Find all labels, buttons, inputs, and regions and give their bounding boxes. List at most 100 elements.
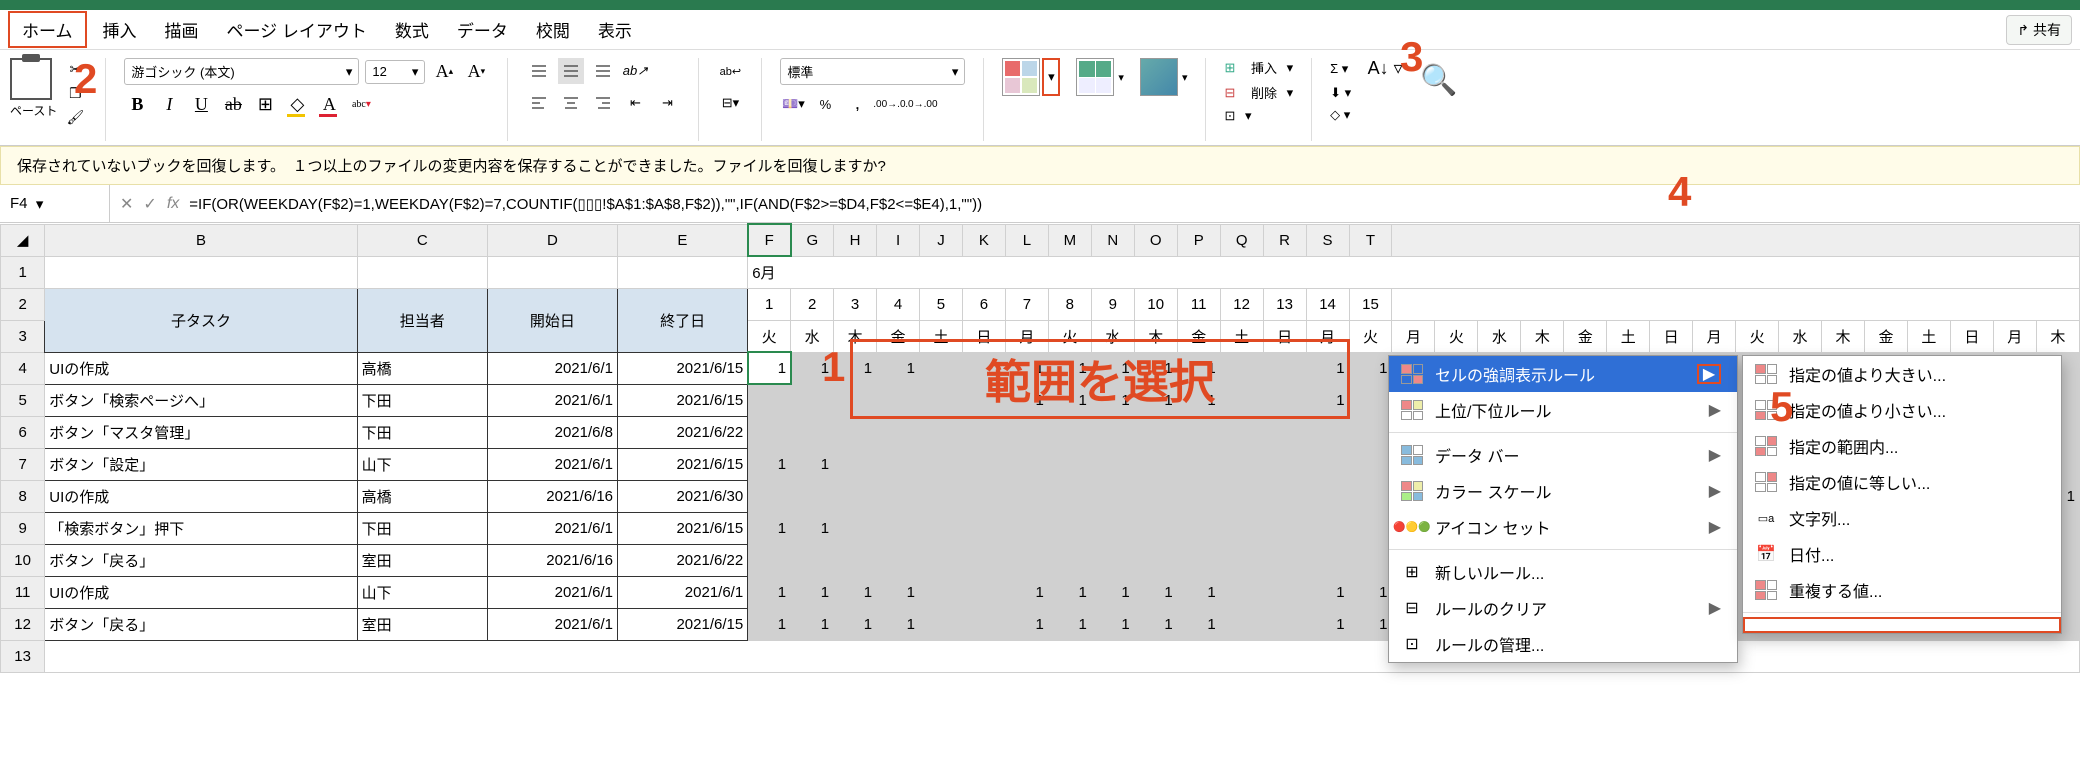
col-header[interactable]: H — [834, 224, 877, 256]
col-header[interactable]: M — [1048, 224, 1091, 256]
col-header[interactable]: Q — [1220, 224, 1263, 256]
gantt-cell[interactable] — [748, 544, 791, 576]
submenu-duplicate-values[interactable]: 重複する値... — [1743, 572, 2061, 608]
menu-highlight-rules[interactable]: セルの強調表示ルール ▶ — [1389, 356, 1737, 392]
row-header[interactable]: 10 — [1, 544, 45, 576]
cell[interactable]: 2021/6/15 — [618, 384, 748, 416]
gantt-cell[interactable] — [834, 448, 877, 480]
gantt-cell[interactable] — [834, 544, 877, 576]
cell[interactable]: 下田 — [357, 512, 487, 544]
gantt-cell[interactable] — [1349, 384, 1392, 416]
gantt-cell[interactable]: 1 — [1048, 576, 1091, 608]
gantt-cell[interactable] — [834, 480, 877, 512]
fx-icon[interactable]: fx — [167, 195, 179, 213]
align-bottom-icon[interactable] — [590, 58, 616, 84]
row-header[interactable]: 4 — [1, 352, 45, 384]
header-start[interactable]: 開始日 — [487, 288, 617, 352]
gantt-cell[interactable]: 1 — [791, 608, 834, 640]
gantt-cell[interactable] — [877, 480, 920, 512]
cell[interactable]: ボタン「戻る」 — [45, 544, 357, 576]
gantt-cell[interactable] — [1005, 416, 1048, 448]
gantt-cell[interactable] — [1306, 480, 1349, 512]
format-painter-icon[interactable]: 🖌 — [63, 106, 87, 128]
cell[interactable]: 下田 — [357, 384, 487, 416]
italic-button[interactable]: I — [156, 91, 182, 117]
underline-button[interactable]: U — [188, 91, 214, 117]
gantt-cell[interactable] — [1177, 448, 1220, 480]
row-header[interactable]: 3 — [1, 320, 45, 352]
merge-cells-icon[interactable]: ⊟▾ — [717, 90, 743, 116]
cell[interactable]: 2021/6/16 — [487, 480, 617, 512]
format-cells-icon[interactable]: ⊡ — [1224, 108, 1235, 124]
row-header[interactable]: 7 — [1, 448, 45, 480]
cell[interactable]: 2021/6/1 — [487, 384, 617, 416]
cell[interactable]: 「検索ボタン」押下 — [45, 512, 357, 544]
row-header[interactable]: 1 — [1, 256, 45, 288]
tab-data[interactable]: データ — [445, 13, 520, 46]
gantt-cell[interactable] — [920, 448, 963, 480]
gantt-cell[interactable] — [1134, 512, 1177, 544]
col-header[interactable]: F — [748, 224, 791, 256]
row-header[interactable]: 12 — [1, 608, 45, 640]
menu-color-scales[interactable]: カラー スケール▶ — [1389, 473, 1737, 509]
enter-formula-icon[interactable]: ✓ — [143, 194, 156, 214]
cell[interactable]: 2021/6/1 — [487, 608, 617, 640]
cell[interactable]: 2021/6/1 — [487, 352, 617, 384]
gantt-cell[interactable]: 1 — [1349, 608, 1392, 640]
gantt-cell[interactable]: 1 — [1177, 576, 1220, 608]
gantt-cell[interactable] — [1091, 416, 1134, 448]
gantt-cell[interactable] — [1220, 480, 1263, 512]
menu-clear-rules[interactable]: ⊟ルールのクリア▶ — [1389, 590, 1737, 626]
number-format-select[interactable]: 標準▾ — [780, 58, 965, 85]
col-header[interactable]: O — [1134, 224, 1177, 256]
col-header[interactable]: K — [962, 224, 1005, 256]
decrease-font-icon[interactable]: A▾ — [463, 59, 489, 85]
gantt-cell[interactable] — [1263, 544, 1306, 576]
gantt-cell[interactable] — [748, 384, 791, 416]
cell-styles-button[interactable] — [1140, 58, 1178, 96]
gantt-cell[interactable]: 1 — [1005, 576, 1048, 608]
gantt-cell[interactable] — [834, 512, 877, 544]
cell[interactable]: UIの作成 — [45, 576, 357, 608]
cell[interactable]: 2021/6/8 — [487, 416, 617, 448]
menu-new-rule[interactable]: ⊞新しいルール... — [1389, 554, 1737, 590]
gantt-cell[interactable]: 1 — [748, 448, 791, 480]
cell[interactable]: 2021/6/1 — [487, 576, 617, 608]
gantt-cell[interactable] — [1349, 512, 1392, 544]
cell[interactable]: 下田 — [357, 416, 487, 448]
delete-cells-icon[interactable]: ⊟ — [1224, 85, 1235, 101]
tab-view[interactable]: 表示 — [586, 13, 644, 46]
gantt-cell[interactable] — [1349, 544, 1392, 576]
gantt-cell[interactable]: 1 — [834, 576, 877, 608]
cell[interactable]: ボタン「設定」 — [45, 448, 357, 480]
fill-icon[interactable]: ⬇ ▾ — [1330, 85, 1351, 101]
gantt-cell[interactable] — [1263, 416, 1306, 448]
font-size-select[interactable]: 12▾ — [365, 60, 425, 84]
month-cell[interactable]: 6月 — [748, 256, 2080, 288]
gantt-cell[interactable] — [1349, 448, 1392, 480]
tab-review[interactable]: 校閲 — [524, 13, 582, 46]
cell[interactable]: ボタン「検索ページへ」 — [45, 384, 357, 416]
gantt-cell[interactable]: 1 — [1005, 608, 1048, 640]
increase-decimal-icon[interactable]: .00→.0 — [876, 91, 902, 117]
cell[interactable]: ボタン「マスタ管理」 — [45, 416, 357, 448]
gantt-cell[interactable] — [1306, 512, 1349, 544]
spreadsheet-grid[interactable]: ◢ B C D E F G H I J K L M N O P Q R S T … — [0, 223, 2080, 673]
align-center-icon[interactable] — [558, 90, 584, 116]
gantt-cell[interactable] — [1306, 416, 1349, 448]
col-header[interactable]: B — [45, 224, 357, 256]
select-all-corner[interactable]: ◢ — [1, 224, 45, 256]
gantt-cell[interactable] — [1134, 416, 1177, 448]
row-header[interactable]: 2 — [1, 288, 45, 320]
percent-icon[interactable]: % — [812, 91, 838, 117]
gantt-cell[interactable]: 1 — [1134, 576, 1177, 608]
conditional-formatting-dropdown[interactable]: ▾ — [1042, 58, 1060, 96]
gantt-cell[interactable] — [1048, 416, 1091, 448]
col-header[interactable]: C — [357, 224, 487, 256]
menu-manage-rules[interactable]: ⊡ルールの管理... — [1389, 626, 1737, 662]
menu-icon-sets[interactable]: 🔴🟡🟢 アイコン セット▶ — [1389, 509, 1737, 545]
gantt-cell[interactable] — [748, 480, 791, 512]
gantt-cell[interactable] — [748, 416, 791, 448]
cell[interactable]: 2021/6/1 — [487, 512, 617, 544]
gantt-cell[interactable] — [1220, 544, 1263, 576]
